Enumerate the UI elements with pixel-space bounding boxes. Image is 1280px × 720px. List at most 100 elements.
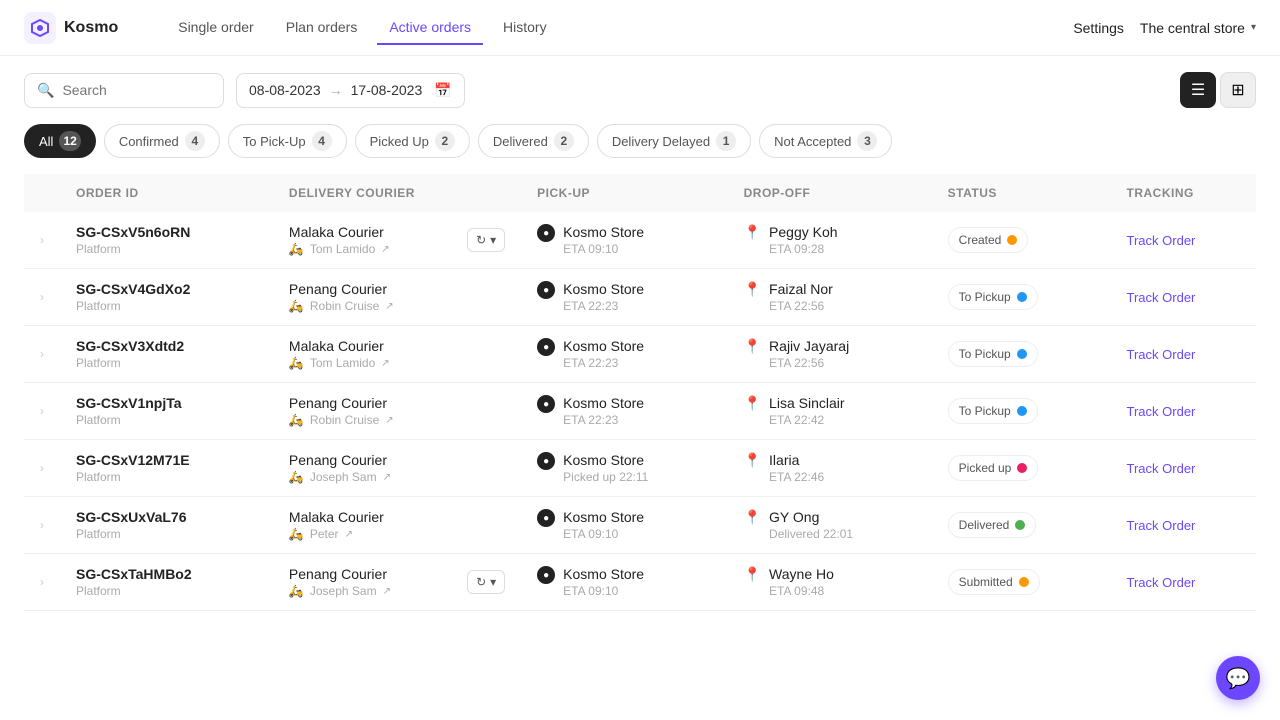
store-selector[interactable]: The central store ▾	[1140, 20, 1256, 36]
track-order-link-2[interactable]: Track Order	[1127, 347, 1196, 362]
external-link-icon[interactable]: ↗	[345, 529, 353, 540]
filter-tabs: All 12 Confirmed 4 To Pick-Up 4 Picked U…	[0, 124, 1280, 174]
reassign-btn-6[interactable]: ↻▾	[467, 570, 505, 594]
courier-company-1: Penang Courier	[289, 281, 394, 297]
filter-confirmed[interactable]: Confirmed 4	[104, 124, 220, 158]
status-text-4: Picked up	[959, 461, 1012, 475]
pickup-name-1: Kosmo Store	[563, 281, 644, 297]
order-sub-3: Platform	[76, 413, 257, 427]
filter-delayed-count: 1	[716, 131, 736, 151]
pickup-circle-icon: ●	[537, 224, 555, 242]
filter-topickup-label: To Pick-Up	[243, 134, 306, 149]
pickup-5: ● Kosmo Store ETA 09:10	[537, 509, 711, 541]
search-box[interactable]: 🔍	[24, 73, 224, 108]
row-expand-1[interactable]: ›	[24, 269, 60, 326]
row-expand-4[interactable]: ›	[24, 440, 60, 497]
pickup-eta-4: Picked up 22:11	[563, 470, 648, 484]
scooter-icon: 🛵	[289, 413, 304, 427]
courier-company-5: Malaka Courier	[289, 509, 384, 525]
row-expand-3[interactable]: ›	[24, 383, 60, 440]
pickup-name-2: Kosmo Store	[563, 338, 644, 354]
external-link-icon[interactable]: ↗	[385, 301, 393, 312]
external-link-icon[interactable]: ↗	[381, 244, 389, 255]
reassign-btn-0[interactable]: ↻▾	[467, 228, 505, 252]
dropoff-name-5: GY Ong	[769, 509, 853, 525]
scooter-icon: 🛵	[289, 356, 304, 370]
track-order-link-6[interactable]: Track Order	[1127, 575, 1196, 590]
nav-history[interactable]: History	[491, 11, 559, 45]
order-sub-5: Platform	[76, 527, 257, 541]
filter-pickedup-label: Picked Up	[370, 134, 429, 149]
track-order-link-4[interactable]: Track Order	[1127, 461, 1196, 476]
row-expand-0[interactable]: ›	[24, 212, 60, 269]
courier-company-0: Malaka Courier	[289, 224, 390, 240]
track-order-link-5[interactable]: Track Order	[1127, 518, 1196, 533]
filter-delivered-count: 2	[554, 131, 574, 151]
filter-all[interactable]: All 12	[24, 124, 96, 158]
courier-name-1: Robin Cruise	[310, 299, 379, 313]
row-expand-2[interactable]: ›	[24, 326, 60, 383]
courier-sub-0: 🛵 Tom Lamido ↗	[289, 242, 390, 256]
status-dot-2	[1017, 349, 1027, 359]
search-input[interactable]	[62, 82, 211, 98]
filter-notaccepted[interactable]: Not Accepted 3	[759, 124, 892, 158]
filter-pickedup[interactable]: Picked Up 2	[355, 124, 470, 158]
track-order-link-1[interactable]: Track Order	[1127, 290, 1196, 305]
status-badge-2: To Pickup	[948, 341, 1038, 367]
pickup-eta-1: ETA 22:23	[563, 299, 644, 313]
courier-cell-0: Malaka Courier 🛵 Tom Lamido ↗ ↻▾	[289, 224, 505, 256]
pickup-4: ● Kosmo Store Picked up 22:11	[537, 452, 711, 484]
row-expand-6[interactable]: ›	[24, 554, 60, 611]
filter-delivered-label: Delivered	[493, 134, 548, 149]
nav-active-orders[interactable]: Active orders	[377, 11, 483, 45]
filter-delivered[interactable]: Delivered 2	[478, 124, 589, 158]
track-order-link-3[interactable]: Track Order	[1127, 404, 1196, 419]
filter-delayed[interactable]: Delivery Delayed 1	[597, 124, 751, 158]
order-sub-6: Platform	[76, 584, 257, 598]
dropoff-name-1: Faizal Nor	[769, 281, 833, 297]
row-expand-5[interactable]: ›	[24, 497, 60, 554]
nav-plan-orders[interactable]: Plan orders	[274, 11, 370, 45]
filter-delayed-label: Delivery Delayed	[612, 134, 710, 149]
nav-links: Single order Plan orders Active orders H…	[166, 11, 1041, 45]
nav-single-order[interactable]: Single order	[166, 11, 266, 45]
dropoff-3: 📍 Lisa Sinclair ETA 22:42	[744, 395, 916, 427]
logo[interactable]: Kosmo	[24, 12, 118, 44]
track-order-link-0[interactable]: Track Order	[1127, 233, 1196, 248]
pickup-eta-2: ETA 22:23	[563, 356, 644, 370]
courier-name-5: Peter	[310, 527, 339, 541]
pickup-eta-6: ETA 09:10	[563, 584, 644, 598]
order-sub-1: Platform	[76, 299, 257, 313]
status-dot-5	[1015, 520, 1025, 530]
logo-text: Kosmo	[64, 19, 118, 37]
grid-view-button[interactable]: ⊞	[1220, 72, 1256, 108]
status-text-6: Submitted	[959, 575, 1013, 589]
external-link-icon[interactable]: ↗	[385, 415, 393, 426]
courier-sub-6: 🛵 Joseph Sam ↗	[289, 584, 391, 598]
courier-name-2: Tom Lamido	[310, 356, 375, 370]
filter-topickup[interactable]: To Pick-Up 4	[228, 124, 347, 158]
filter-notaccepted-label: Not Accepted	[774, 134, 851, 149]
date-range[interactable]: 08-08-2023 → 17-08-2023 📅	[236, 73, 465, 108]
list-view-button[interactable]: ☰	[1180, 72, 1216, 108]
external-link-icon[interactable]: ↗	[381, 358, 389, 369]
settings-link[interactable]: Settings	[1073, 20, 1124, 36]
status-text-0: Created	[959, 233, 1002, 247]
action-chevron: ▾	[490, 233, 496, 247]
pickup-eta-3: ETA 22:23	[563, 413, 644, 427]
scooter-icon: 🛵	[289, 299, 304, 313]
pickup-name-0: Kosmo Store	[563, 224, 644, 240]
chat-bubble[interactable]: 💬	[1216, 656, 1260, 700]
nav-right: Settings The central store ▾	[1073, 20, 1256, 36]
external-link-icon[interactable]: ↗	[383, 586, 391, 597]
courier-company-6: Penang Courier	[289, 566, 391, 582]
external-link-icon[interactable]: ↗	[383, 472, 391, 483]
order-sub-2: Platform	[76, 356, 257, 370]
date-end: 17-08-2023	[351, 82, 423, 98]
col-expand	[24, 174, 60, 212]
status-text-2: To Pickup	[959, 347, 1011, 361]
dropoff-eta-6: ETA 09:48	[769, 584, 834, 598]
dropoff-pin-icon: 📍	[744, 395, 761, 412]
courier-name-0: Tom Lamido	[310, 242, 375, 256]
order-id-1: SG-CSxV4GdXo2	[76, 281, 257, 297]
